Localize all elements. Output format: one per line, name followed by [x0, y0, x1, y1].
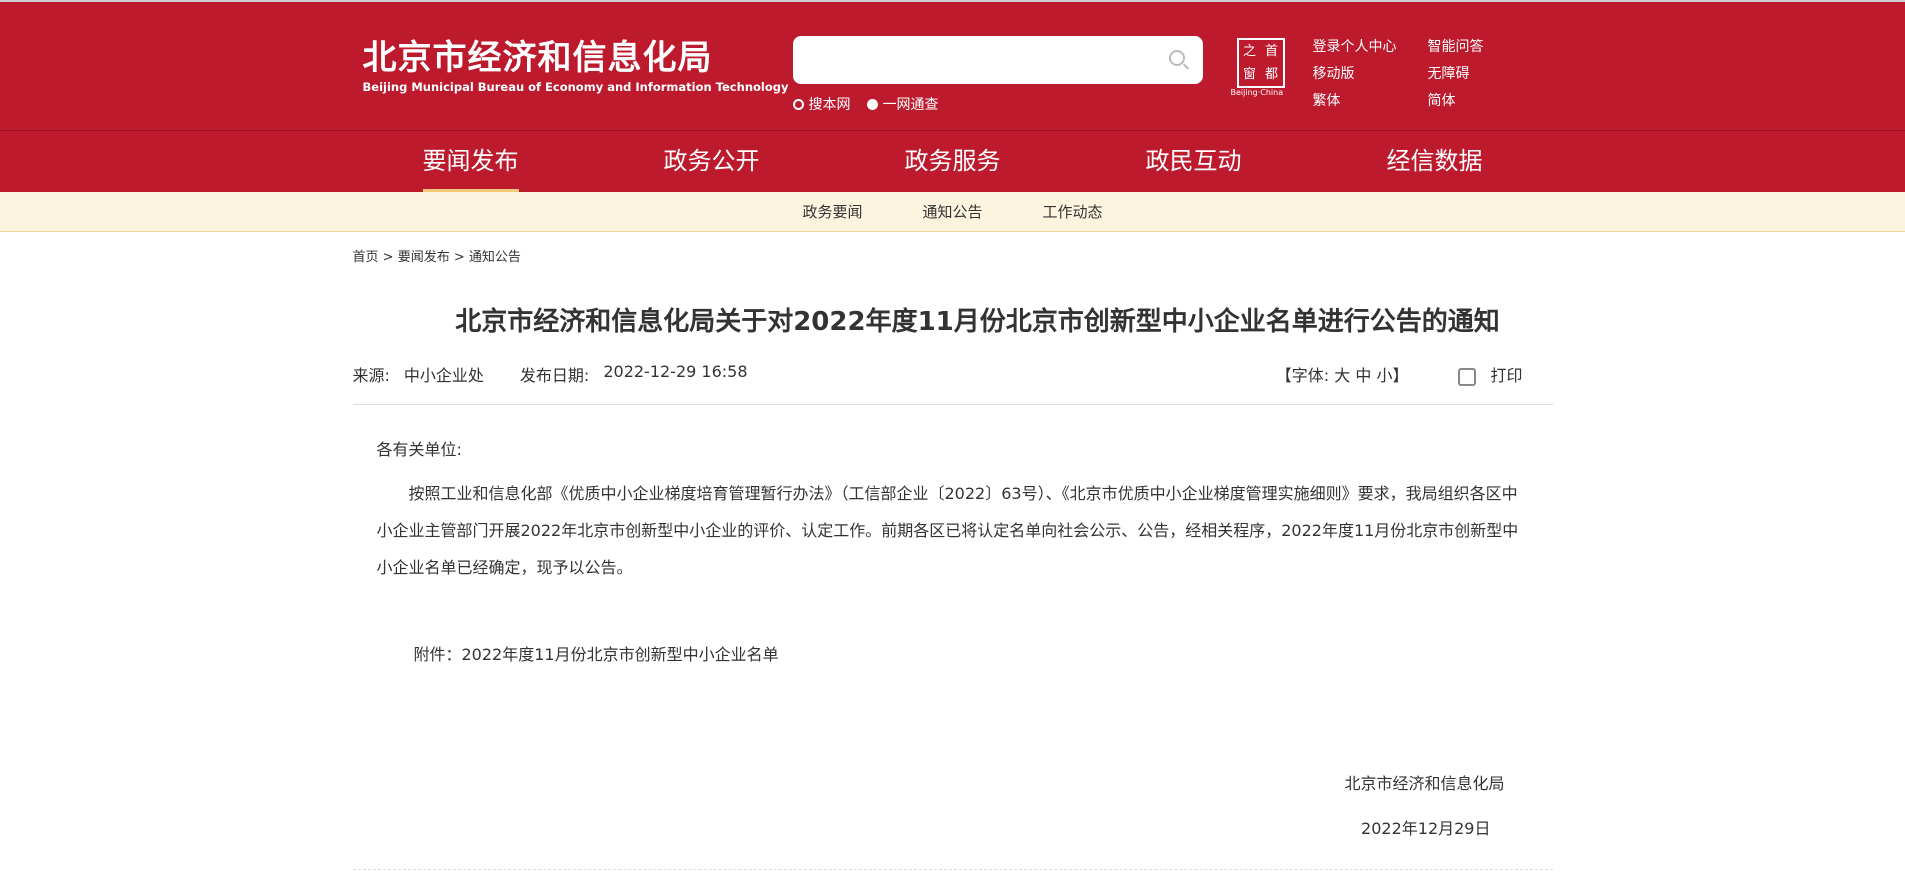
login-link[interactable]: 登录个人中心 [1313, 36, 1428, 56]
font-small[interactable]: 小 [1376, 366, 1392, 385]
search-icon[interactable] [1168, 50, 1185, 66]
paragraph: 按照工业和信息化部《优质中小企业梯度培育管理暂行办法》（工信部企业〔2022〕6… [376, 484, 1519, 577]
greeting: 各有关单位: [376, 440, 462, 459]
font-size-control: 【字体: 大 中 小】 [1275, 366, 1409, 385]
printer-icon [1458, 367, 1477, 386]
article-body: 各有关单位: 按照工业和信息化部《优质中小企业梯度培育管理暂行办法》（工信部企业… [353, 431, 1553, 847]
mobile-link[interactable]: 移动版 [1313, 63, 1428, 83]
nav-interaction[interactable]: 政民互动 [1146, 131, 1242, 192]
scope-site-radio[interactable]: 搜本网 [792, 94, 851, 114]
font-medium[interactable]: 中 [1355, 366, 1371, 385]
traditional-link[interactable]: 繁体 [1313, 90, 1428, 110]
source: 中小企业处 [403, 366, 484, 385]
publish-date: 2022-12-29 16:58 [603, 362, 748, 381]
main-nav: 要闻发布 政务公开 政务服务 政民互动 经信数据 [0, 131, 1905, 192]
divider [352, 869, 1553, 870]
font-large[interactable]: 大 [1334, 366, 1350, 385]
simplified-link[interactable]: 简体 [1428, 90, 1508, 110]
nav-gov-service[interactable]: 政务服务 [905, 131, 1001, 192]
article-meta: 来源: 中小企业处 发布日期: 2022-12-29 16:58 【字体: 大 中 … [352, 362, 1553, 405]
breadcrumb-home[interactable]: 首页 [353, 250, 379, 265]
attachment-link[interactable]: 附件：2022年度11月份北京市创新型中小企业名单 [414, 645, 779, 664]
radio-label: 搜本网 [808, 97, 851, 113]
date-label: 发布日期: [519, 366, 590, 385]
sign-date: 2022年12月29日 [1361, 819, 1491, 838]
site-logo-en: Beijing Municipal Bureau of Economy and … [362, 80, 789, 94]
accessibility-link[interactable]: 无障碍 [1428, 63, 1508, 83]
badge-caption: Beijing·China [1230, 88, 1284, 97]
breadcrumb: 首页 > 要闻发布 > 通知公告 [352, 250, 521, 265]
smart-qa-link[interactable]: 智能问答 [1428, 36, 1508, 56]
signature: 北京市经济和信息化局 [1344, 774, 1505, 793]
subnav-notices[interactable]: 通知公告 [922, 192, 982, 231]
nav-gov-open[interactable]: 政务公开 [664, 131, 760, 192]
site-logo[interactable]: 北京市经济和信息化局 [363, 30, 713, 79]
breadcrumb-news[interactable]: 要闻发布 [398, 250, 450, 265]
search-input[interactable] [792, 36, 1203, 84]
source-label: 来源: [352, 366, 390, 385]
sub-nav: 政务要闻 通知公告 工作动态 [0, 192, 1905, 232]
subnav-gov-news[interactable]: 政务要闻 [802, 192, 862, 231]
subnav-work-updates[interactable]: 工作动态 [1043, 192, 1103, 231]
radio-label: 一网通查 [882, 97, 939, 113]
capital-window-logo[interactable]: 之首窗都 [1236, 38, 1285, 88]
print-button[interactable]: 打印 [1458, 362, 1523, 386]
nav-news[interactable]: 要闻发布 [422, 131, 519, 192]
header: 北京市经济和信息化局 Beijing Municipal Bureau of E… [0, 0, 1905, 131]
article-title: 北京市经济和信息化局关于对2022年度11月份北京市创新型中小企业名单进行公告的… [455, 307, 1500, 337]
scope-all-radio[interactable]: 一网通查 [866, 94, 939, 114]
breadcrumb-notices[interactable]: 通知公告 [469, 250, 521, 265]
nav-data[interactable]: 经信数据 [1387, 131, 1483, 192]
